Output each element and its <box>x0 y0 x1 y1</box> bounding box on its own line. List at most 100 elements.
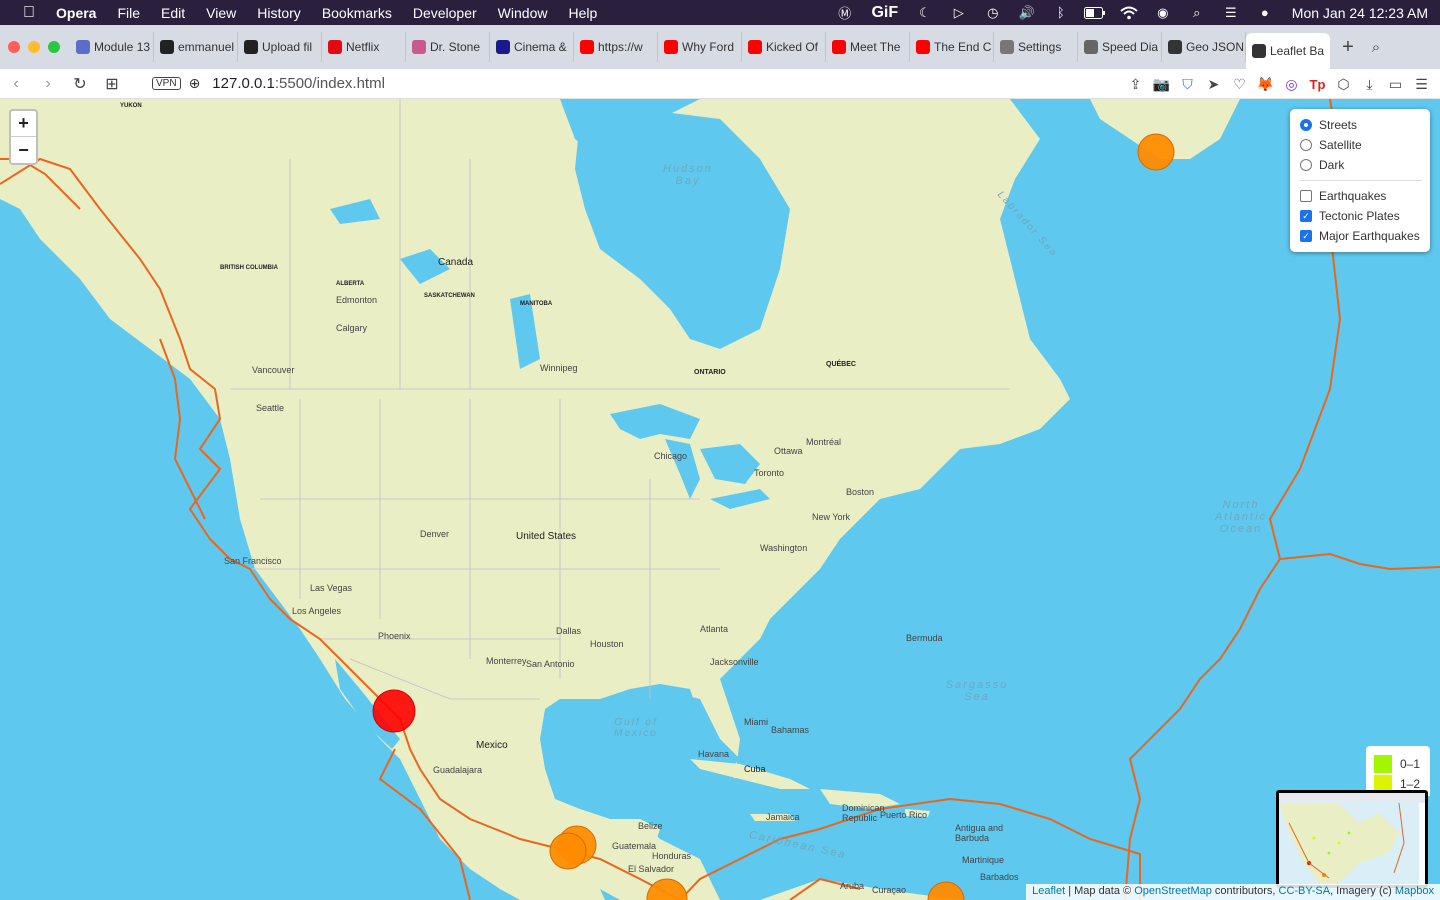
browser-tab[interactable]: Module 13 <box>70 32 154 62</box>
menu-history[interactable]: History <box>257 5 301 21</box>
minimize-window-button[interactable] <box>28 41 40 53</box>
share-icon[interactable]: ⇪ <box>1127 76 1144 93</box>
apple-icon[interactable]:  <box>20 4 38 22</box>
send-icon[interactable]: ➤ <box>1205 76 1222 93</box>
browser-tab[interactable]: Speed Dia <box>1078 32 1162 62</box>
leaflet-link[interactable]: Leaflet <box>1032 885 1065 897</box>
menu-view[interactable]: View <box>206 5 236 21</box>
shield-icon[interactable]: ⛉ <box>1179 76 1196 93</box>
radio-dark[interactable] <box>1300 159 1312 171</box>
tab-favicon-icon <box>1252 44 1266 58</box>
extension-circle-icon[interactable]: ◎ <box>1283 76 1300 93</box>
earthquake-marker-greenland[interactable] <box>1137 133 1175 171</box>
url-host: 127.0.0.1 <box>212 75 275 92</box>
spotlight-icon[interactable]: ⌕ <box>1186 5 1208 21</box>
menu-edit[interactable]: Edit <box>161 5 185 21</box>
tab-label: Kicked Of <box>766 40 819 54</box>
zoom-control: + − <box>9 109 38 165</box>
back-button[interactable]: ‹ <box>0 75 32 93</box>
browser-tab[interactable]: https://w <box>574 32 658 62</box>
earthquake-marker-caribbean[interactable] <box>927 881 965 900</box>
cube-icon[interactable]: ⬡ <box>1335 76 1352 93</box>
base-layer-dark[interactable]: Dark <box>1300 155 1422 175</box>
battery-saver-icon[interactable]: ▭ <box>1387 76 1404 93</box>
browser-tab[interactable]: Geo JSON <box>1162 32 1246 62</box>
zoom-out-button[interactable]: − <box>11 137 36 163</box>
tab-search-icon[interactable]: ⌕ <box>1362 39 1390 56</box>
play-icon[interactable]: ▷ <box>948 5 970 21</box>
bluetooth-icon[interactable]: ᛒ <box>1050 5 1072 21</box>
macos-menubar:  Opera File Edit View History Bookmarks… <box>0 0 1440 25</box>
vpn-badge[interactable]: VPN <box>152 77 181 90</box>
base-layer-satellite[interactable]: Satellite <box>1300 135 1422 155</box>
browser-tab[interactable]: emmanuel <box>154 32 238 62</box>
browser-tab[interactable]: Meet The <box>826 32 910 62</box>
browser-tab[interactable]: Netflix <box>322 32 406 62</box>
browser-tab[interactable]: Why Ford <box>658 32 742 62</box>
browser-tab[interactable]: Kicked Of <box>742 32 826 62</box>
base-layer-streets[interactable]: Streets <box>1300 115 1422 135</box>
checkbox-earthquakes[interactable] <box>1300 190 1312 202</box>
clock[interactable]: Mon Jan 24 12:23 AM <box>1292 5 1428 21</box>
menu-app[interactable]: Opera <box>56 5 96 21</box>
easy-setup-icon[interactable]: ☰ <box>1413 76 1430 93</box>
forward-button[interactable]: › <box>32 75 64 93</box>
legend-label: 1–2 <box>1400 777 1421 791</box>
tab-label: emmanuel <box>178 40 235 54</box>
overlay-major-earthquakes[interactable]: ✓ Major Earthquakes <box>1300 226 1422 246</box>
camera-icon[interactable]: 📷 <box>1153 76 1170 93</box>
tp-extension-icon[interactable]: Tp <box>1309 76 1326 93</box>
menu-file[interactable]: File <box>117 5 140 21</box>
license-link[interactable]: CC-BY-SA <box>1279 885 1331 897</box>
tab-grid-icon[interactable]: ⊞ <box>96 74 128 94</box>
globe-icon: ⊕ <box>188 75 201 91</box>
menu-window[interactable]: Window <box>498 5 548 21</box>
volume-icon[interactable]: 🔊 <box>1016 5 1038 21</box>
earthquake-marker-mexico[interactable] <box>372 689 416 733</box>
metamask-icon[interactable]: 🦊 <box>1257 76 1274 93</box>
menu-bookmarks[interactable]: Bookmarks <box>322 5 392 21</box>
checkbox-tectonic-plates[interactable]: ✓ <box>1300 210 1312 222</box>
leaflet-map[interactable]: Canada United States Mexico Cuba ONTARIO… <box>0 99 1440 900</box>
heart-icon[interactable]: ♡ <box>1231 76 1248 93</box>
overlay-tectonic-plates[interactable]: ✓ Tectonic Plates <box>1300 206 1422 226</box>
osm-link[interactable]: OpenStreetMap <box>1134 885 1212 897</box>
new-tab-button[interactable]: + <box>1334 36 1362 59</box>
mapbox-link[interactable]: Mapbox <box>1395 885 1434 897</box>
layer-separator <box>1300 180 1422 181</box>
base-layer-label: Dark <box>1319 158 1345 172</box>
zoom-in-button[interactable]: + <box>11 111 36 137</box>
siri-icon[interactable]: ● <box>1254 5 1276 21</box>
tab-label: Why Ford <box>682 40 735 54</box>
overlay-earthquakes[interactable]: Earthquakes <box>1300 186 1422 206</box>
browser-tab[interactable]: Leaflet Ba <box>1246 33 1330 69</box>
zoom-window-button[interactable] <box>48 41 60 53</box>
user-icon[interactable]: ◉ <box>1152 5 1174 21</box>
earthquake-marker-nicaragua[interactable] <box>646 878 688 900</box>
wifi-icon[interactable] <box>1118 5 1140 21</box>
browser-tab[interactable]: Upload fil <box>238 32 322 62</box>
earthquake-marker-guatemala-2[interactable] <box>549 832 587 870</box>
earthquake-layer <box>372 133 1175 900</box>
minimap[interactable] <box>1276 790 1428 888</box>
radio-satellite[interactable] <box>1300 139 1312 151</box>
radio-streets[interactable] <box>1300 119 1312 131</box>
browser-tab[interactable]: The End C <box>910 32 994 62</box>
battery-icon[interactable] <box>1083 5 1106 21</box>
attribution-text: contributors, <box>1211 885 1279 897</box>
control-center-icon[interactable]: ☰ <box>1220 5 1242 21</box>
menu-developer[interactable]: Developer <box>413 5 477 21</box>
close-window-button[interactable] <box>8 41 20 53</box>
m-app-icon[interactable]: Ⓜ <box>834 5 856 21</box>
browser-tab[interactable]: Cinema & <box>490 32 574 62</box>
browser-tab[interactable]: Settings <box>994 32 1078 62</box>
reload-icon[interactable]: ↻ <box>64 74 96 94</box>
moon-icon[interactable]: ☾ <box>914 5 936 21</box>
gif-icon[interactable]: GiF <box>868 4 902 21</box>
time-machine-icon[interactable]: ◷ <box>982 5 1004 21</box>
browser-tab[interactable]: Dr. Stone <box>406 32 490 62</box>
menu-help[interactable]: Help <box>568 5 597 21</box>
url-field[interactable]: 127.0.0.1:5500/index.html <box>212 75 385 92</box>
download-icon[interactable]: ⤓ <box>1361 76 1378 93</box>
checkbox-major-earthquakes[interactable]: ✓ <box>1300 230 1312 242</box>
